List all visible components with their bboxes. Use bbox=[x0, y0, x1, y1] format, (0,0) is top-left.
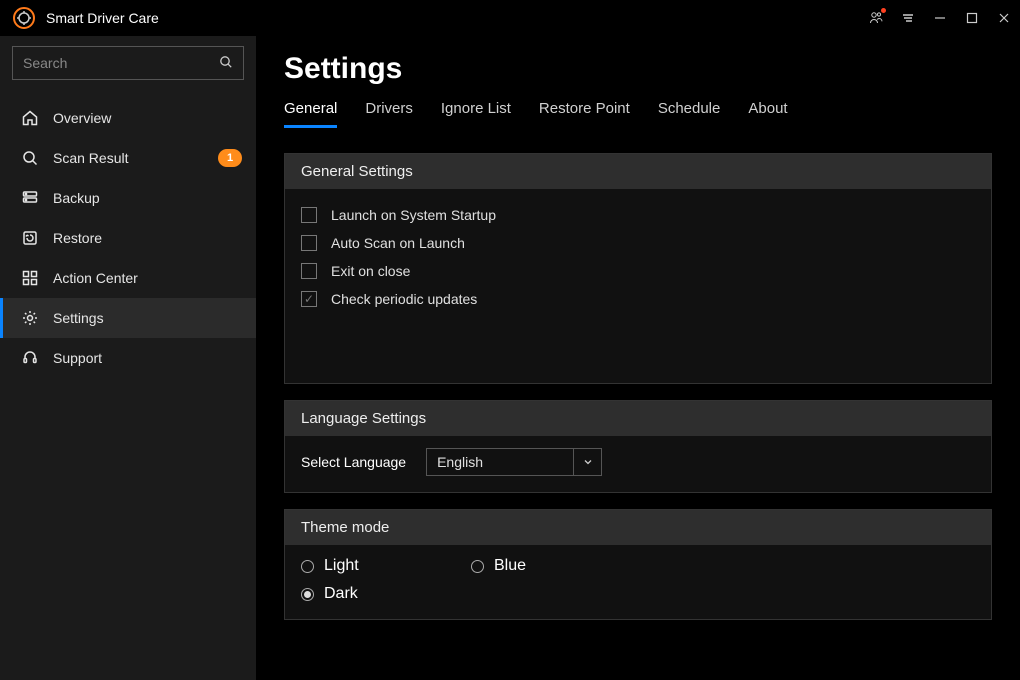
nav: Overview Scan Result 1 Backup Restore Ac… bbox=[0, 98, 256, 378]
radio[interactable] bbox=[301, 588, 314, 601]
grid-icon bbox=[21, 269, 39, 287]
radio[interactable] bbox=[301, 560, 314, 573]
sidebar: Overview Scan Result 1 Backup Restore Ac… bbox=[0, 36, 256, 680]
option-label: Exit on close bbox=[331, 263, 410, 279]
option-launch-startup[interactable]: Launch on System Startup bbox=[301, 201, 975, 229]
option-check-updates[interactable]: Check periodic updates bbox=[301, 285, 975, 313]
tab-about[interactable]: About bbox=[748, 100, 787, 128]
panel-header: Language Settings bbox=[285, 401, 991, 436]
sidebar-item-settings[interactable]: Settings bbox=[0, 298, 256, 338]
tabs: General Drivers Ignore List Restore Poin… bbox=[284, 100, 992, 129]
sidebar-item-scan-result[interactable]: Scan Result 1 bbox=[0, 138, 256, 178]
theme-label: Dark bbox=[324, 585, 358, 603]
tab-ignore-list[interactable]: Ignore List bbox=[441, 100, 511, 128]
theme-label: Light bbox=[324, 557, 359, 575]
search-icon bbox=[219, 55, 233, 72]
language-value: English bbox=[427, 454, 573, 470]
magnifier-icon bbox=[21, 149, 39, 167]
sidebar-item-backup[interactable]: Backup bbox=[0, 178, 256, 218]
language-select[interactable]: English bbox=[426, 448, 602, 476]
sidebar-item-action-center[interactable]: Action Center bbox=[0, 258, 256, 298]
chevron-down-icon bbox=[573, 449, 601, 475]
sidebar-item-label: Support bbox=[53, 350, 242, 366]
theme-label: Blue bbox=[494, 557, 526, 575]
search-box[interactable] bbox=[12, 46, 244, 80]
headset-icon bbox=[21, 349, 39, 367]
panel-header: General Settings bbox=[285, 154, 991, 189]
theme-option-dark[interactable]: Dark bbox=[301, 585, 391, 603]
content: Settings General Drivers Ignore List Res… bbox=[256, 36, 1020, 680]
option-exit-on-close[interactable]: Exit on close bbox=[301, 257, 975, 285]
language-label: Select Language bbox=[301, 454, 406, 470]
tab-drivers[interactable]: Drivers bbox=[365, 100, 413, 128]
radio[interactable] bbox=[471, 560, 484, 573]
account-button[interactable] bbox=[860, 0, 892, 36]
language-settings-panel: Language Settings Select Language Englis… bbox=[284, 400, 992, 493]
tab-restore-point[interactable]: Restore Point bbox=[539, 100, 630, 128]
page-title: Settings bbox=[284, 52, 992, 86]
scan-result-badge: 1 bbox=[218, 149, 242, 167]
sidebar-item-label: Scan Result bbox=[53, 150, 204, 166]
theme-option-light[interactable]: Light bbox=[301, 557, 391, 575]
checkbox[interactable] bbox=[301, 263, 317, 279]
theme-panel: Theme mode Light Dark bbox=[284, 509, 992, 620]
tab-schedule[interactable]: Schedule bbox=[658, 100, 721, 128]
option-label: Launch on System Startup bbox=[331, 207, 496, 223]
sidebar-item-label: Settings bbox=[53, 310, 242, 326]
close-button[interactable] bbox=[988, 0, 1020, 36]
option-label: Check periodic updates bbox=[331, 291, 477, 307]
app-title: Smart Driver Care bbox=[46, 10, 159, 26]
sidebar-item-label: Backup bbox=[53, 190, 242, 206]
minimize-button[interactable] bbox=[924, 0, 956, 36]
gear-icon bbox=[21, 309, 39, 327]
menu-button[interactable] bbox=[892, 0, 924, 36]
backup-icon bbox=[21, 189, 39, 207]
panel-header: Theme mode bbox=[285, 510, 991, 545]
sidebar-item-label: Overview bbox=[53, 110, 242, 126]
checkbox[interactable] bbox=[301, 207, 317, 223]
checkbox[interactable] bbox=[301, 291, 317, 307]
sidebar-item-restore[interactable]: Restore bbox=[0, 218, 256, 258]
app-logo bbox=[12, 6, 36, 30]
sidebar-item-overview[interactable]: Overview bbox=[0, 98, 256, 138]
general-settings-panel: General Settings Launch on System Startu… bbox=[284, 153, 992, 384]
sidebar-item-support[interactable]: Support bbox=[0, 338, 256, 378]
titlebar: Smart Driver Care bbox=[0, 0, 1020, 36]
sidebar-item-label: Restore bbox=[53, 230, 242, 246]
sidebar-item-label: Action Center bbox=[53, 270, 242, 286]
checkbox[interactable] bbox=[301, 235, 317, 251]
restore-icon bbox=[21, 229, 39, 247]
tab-general[interactable]: General bbox=[284, 100, 337, 128]
maximize-button[interactable] bbox=[956, 0, 988, 36]
option-label: Auto Scan on Launch bbox=[331, 235, 465, 251]
option-auto-scan[interactable]: Auto Scan on Launch bbox=[301, 229, 975, 257]
home-icon bbox=[21, 109, 39, 127]
search-input[interactable] bbox=[23, 55, 219, 71]
theme-option-blue[interactable]: Blue bbox=[471, 557, 561, 575]
